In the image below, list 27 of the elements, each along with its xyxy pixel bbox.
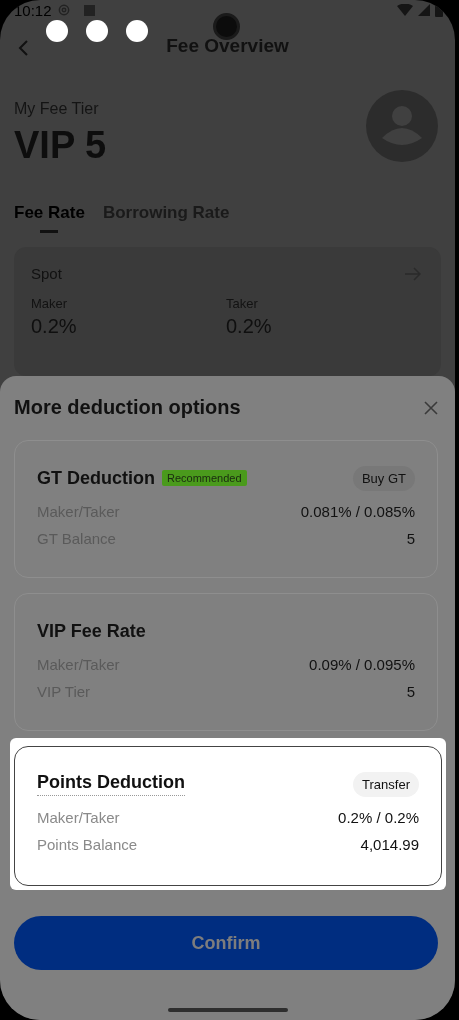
status-time: 10:12 [14, 1, 52, 19]
step-dot [46, 20, 68, 42]
wifi-icon [397, 4, 413, 16]
action-button[interactable]: Transfer [353, 771, 419, 797]
row-value: 4,014.99 [360, 836, 419, 853]
sheet-title: More deduction options [14, 396, 241, 419]
signal-icon [418, 4, 430, 16]
option-card[interactable]: Points Deduction Transfer Maker/Taker 0.2% / 0.2% Points Balance 4,014.99 [14, 746, 442, 886]
battery-icon [435, 3, 443, 17]
row-label: Maker/Taker [37, 809, 120, 826]
row-value: 0.081% / 0.085% [300, 503, 415, 520]
camera-icon [213, 13, 240, 40]
row-value: 0.09% / 0.095% [309, 656, 415, 673]
row-label: Points Balance [37, 836, 138, 853]
option-title: VIP Fee Rate [37, 620, 146, 642]
step-dot [126, 20, 148, 42]
row-value: 5 [406, 530, 415, 547]
row-value: 5 [406, 683, 415, 700]
option-title: Points Deduction [37, 772, 185, 796]
row-value: 0.2% / 0.2% [338, 809, 419, 826]
option-title: GT Deduction [37, 467, 155, 489]
settings-icon [56, 3, 71, 17]
confirm-button[interactable]: Confirm [14, 916, 438, 970]
action-button[interactable]: Buy GT [352, 465, 415, 491]
recommended-badge: Recommended [162, 470, 247, 486]
close-button[interactable] [423, 399, 439, 416]
step-dot [86, 20, 108, 42]
